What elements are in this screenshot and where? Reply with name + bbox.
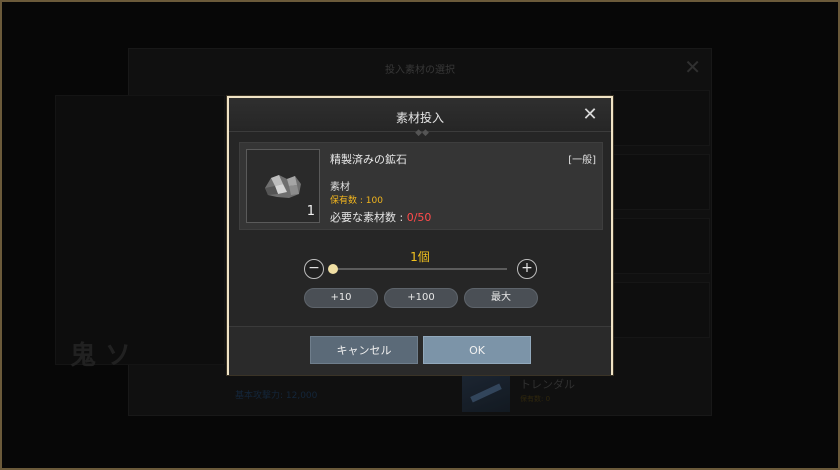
item-count: 1 <box>306 204 315 219</box>
item-slot[interactable]: 1 <box>246 149 320 223</box>
item-name: 精製済みの鉱石 <box>330 153 407 166</box>
decrease-button[interactable]: − <box>304 259 324 279</box>
max-button[interactable]: 最大 <box>464 288 538 308</box>
increase-button[interactable]: + <box>517 259 537 279</box>
item-owned-count: 保有数 : 100 <box>330 196 383 206</box>
ore-icon <box>265 175 301 198</box>
required-value: 0/50 <box>406 211 432 224</box>
quantity-label: 1個 <box>410 250 430 264</box>
dialog-footer: キャンセル OK <box>229 326 611 375</box>
add-100-button[interactable]: +100 <box>384 288 458 308</box>
dialog-title: 素材投入 <box>395 111 444 125</box>
close-icon[interactable]: ✕ <box>581 106 599 124</box>
item-required: 必要な素材数 : 0/50 <box>330 209 431 225</box>
quantity-slider-track[interactable] <box>331 268 507 270</box>
add-10-button[interactable]: +10 <box>304 288 378 308</box>
dialog-header: 素材投入 ✕ <box>229 98 611 132</box>
material-input-dialog: 素材投入 ✕ ◆◆ 1 精製済みの鉱石 [一般] 素材 保有数 : 100 必要… <box>227 96 613 375</box>
item-grade: [一般] <box>568 155 596 166</box>
item-type: 素材 <box>330 182 350 193</box>
quantity-slider-thumb[interactable] <box>328 264 338 274</box>
required-label: 必要な素材数 : <box>330 211 407 224</box>
cancel-button[interactable]: キャンセル <box>310 336 418 364</box>
ok-button[interactable]: OK <box>423 336 531 364</box>
item-panel: 1 精製済みの鉱石 [一般] 素材 保有数 : 100 必要な素材数 : 0/5… <box>239 142 603 230</box>
header-ornament-icon: ◆◆ <box>415 128 429 138</box>
